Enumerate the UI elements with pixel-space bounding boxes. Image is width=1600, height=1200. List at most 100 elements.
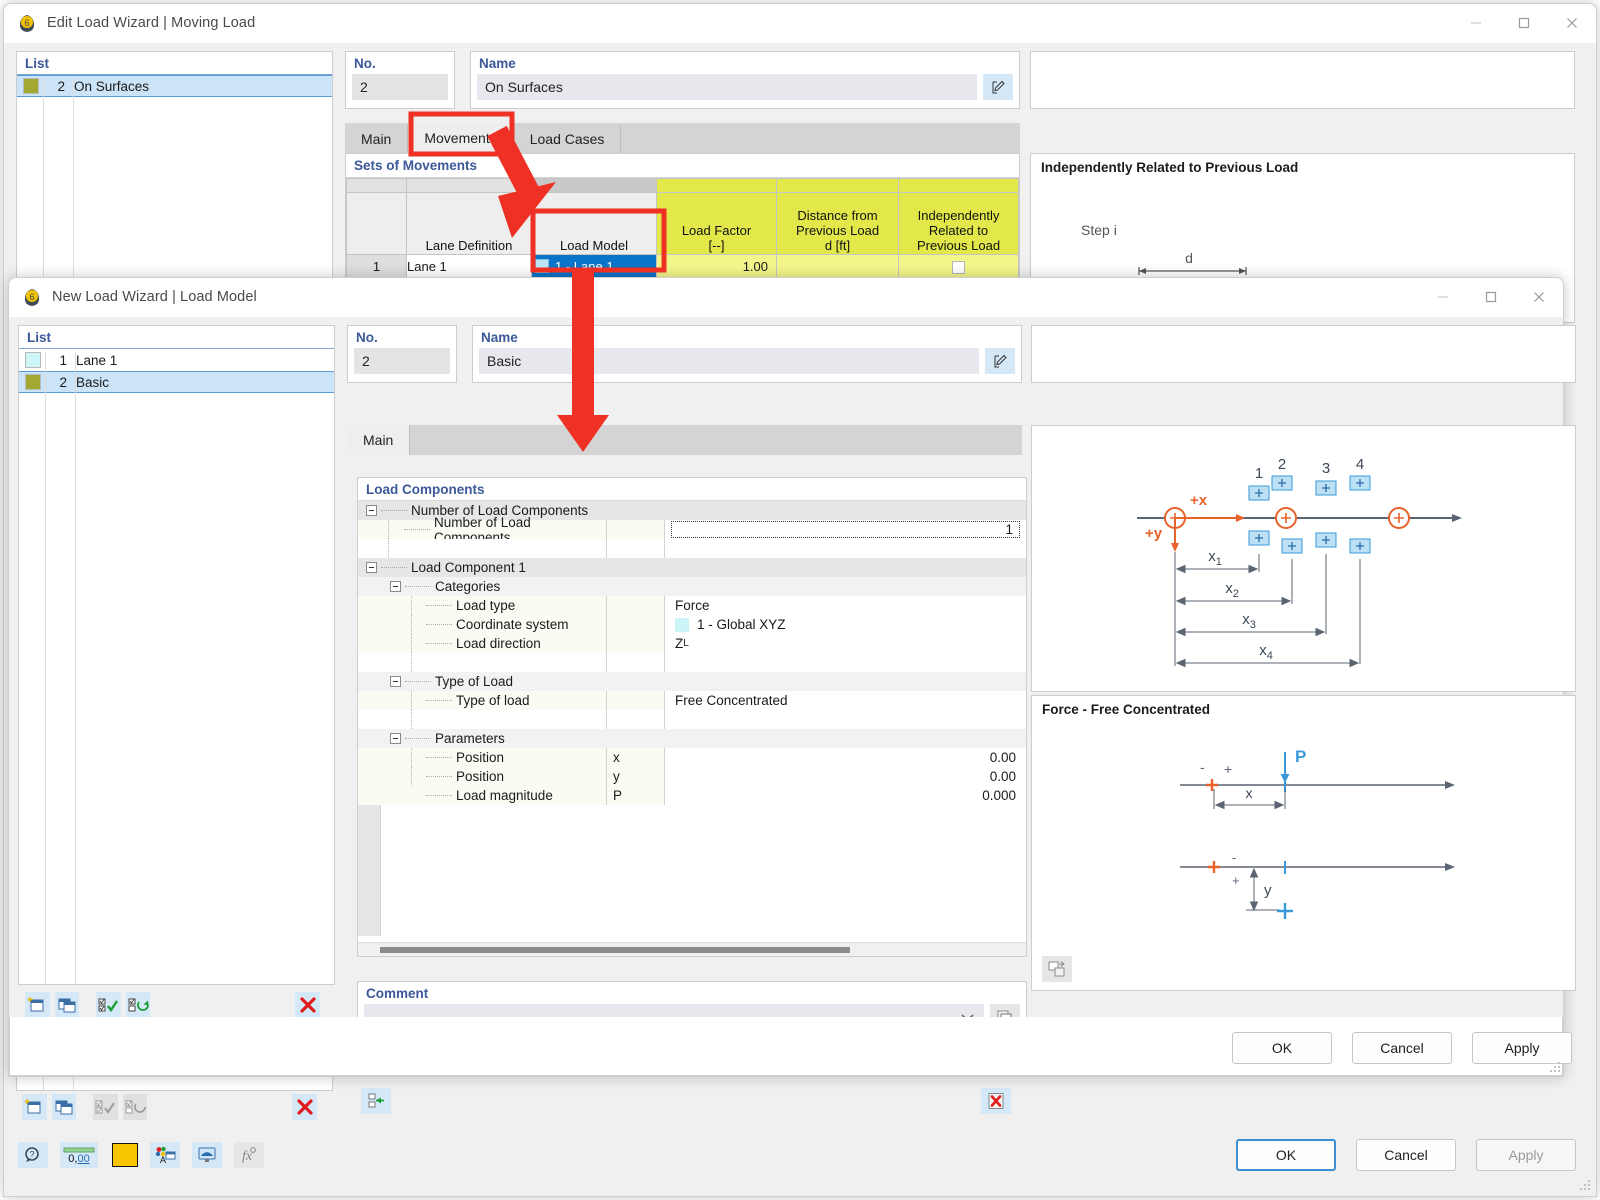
titlebar-edit-load-wizard[interactable]: 6 Edit Load Wizard | Moving Load bbox=[4, 4, 1596, 43]
window-title: New Load Wizard | Load Model bbox=[52, 289, 257, 305]
load-components-tree[interactable]: Load Components Number of Load Component… bbox=[357, 477, 1027, 957]
cancel-button[interactable]: Cancel bbox=[1356, 1139, 1456, 1171]
tree-item-row[interactable]: Number of Load Components 1 bbox=[358, 520, 1026, 539]
number-of-load-components-input[interactable]: 1 bbox=[671, 521, 1020, 538]
cancel-button[interactable]: Cancel bbox=[1352, 1032, 1452, 1064]
ok-button[interactable]: OK bbox=[1232, 1032, 1332, 1064]
coordinate-system-value[interactable]: 1 - Global XYZ bbox=[664, 615, 1026, 634]
delete-item-icon[interactable] bbox=[292, 1094, 317, 1120]
select-all-icon[interactable] bbox=[93, 1094, 118, 1120]
tree-item-row[interactable]: Type of load Free Concentrated bbox=[358, 691, 1026, 710]
tab-movements[interactable]: Movements bbox=[408, 123, 513, 153]
tree-group-row[interactable]: Load Component 1 bbox=[358, 558, 1026, 577]
ok-button[interactable]: OK bbox=[1236, 1139, 1336, 1171]
tab-main[interactable]: Main bbox=[347, 425, 410, 455]
tree-item-row[interactable]: Position x 0.00 bbox=[358, 748, 1026, 767]
new-item-icon[interactable] bbox=[25, 992, 50, 1018]
titlebar-new-load-wizard[interactable]: 6 New Load Wizard | Load Model bbox=[9, 278, 1563, 317]
tree-row-label: Parameters bbox=[435, 731, 505, 746]
name-label: Name bbox=[473, 326, 1021, 347]
name-input[interactable]: On Surfaces bbox=[477, 74, 977, 100]
tab-load-cases[interactable]: Load Cases bbox=[514, 125, 622, 153]
help-icon[interactable]: ? bbox=[18, 1142, 48, 1168]
delete-all-icon[interactable] bbox=[981, 1088, 1011, 1114]
tree-item-row[interactable]: Coordinate system 1 - Global XYZ bbox=[358, 615, 1026, 634]
tree-item-row[interactable]: Load magnitude P 0.000 bbox=[358, 786, 1026, 805]
list-toolbar-top[interactable] bbox=[22, 1091, 322, 1123]
color-swatch-icon bbox=[25, 374, 41, 390]
tabstrip-top[interactable]: Main Movements Load Cases bbox=[345, 123, 1020, 153]
resize-grip[interactable] bbox=[1548, 1060, 1562, 1074]
display-settings-icon[interactable] bbox=[192, 1142, 222, 1168]
tree-subgroup-row[interactable]: Parameters bbox=[358, 729, 1026, 748]
table-row[interactable]: 1 Lane 1 1 - Lane 1 1.00 bbox=[347, 255, 1019, 278]
dialog-buttons-top[interactable]: OK Cancel Apply bbox=[1236, 1139, 1576, 1171]
type-of-load-value[interactable]: Free Concentrated bbox=[664, 691, 1026, 710]
collapse-icon[interactable] bbox=[390, 581, 401, 592]
list-item[interactable]: 2 On Surfaces bbox=[17, 75, 332, 97]
export-image-icon[interactable] bbox=[1042, 956, 1072, 982]
load-magnitude-value[interactable]: 0.000 bbox=[664, 786, 1026, 805]
color-swatch-icon[interactable] bbox=[110, 1142, 140, 1168]
minimize-icon[interactable] bbox=[1419, 278, 1467, 316]
name-input[interactable]: Basic bbox=[479, 348, 979, 374]
number-format-icon[interactable]: 0,00 bbox=[60, 1142, 98, 1168]
collapse-icon[interactable] bbox=[390, 733, 401, 744]
load-direction-value[interactable]: ZL bbox=[664, 634, 1026, 653]
no-input[interactable]: 2 bbox=[354, 348, 450, 374]
dialog-buttons-front-visible[interactable]: OK Cancel Apply bbox=[1232, 1032, 1572, 1064]
maximize-icon[interactable] bbox=[1467, 278, 1515, 316]
tree-item-row[interactable]: Load type Force bbox=[358, 596, 1026, 615]
list-panel-front[interactable]: List 1 Lane 1 2 Basic bbox=[18, 325, 335, 985]
delete-item-icon[interactable] bbox=[295, 992, 320, 1018]
cell-distance[interactable] bbox=[777, 255, 899, 278]
import-icon[interactable] bbox=[361, 1088, 391, 1114]
copy-item-icon[interactable] bbox=[55, 992, 80, 1018]
list-item[interactable]: 2 Basic bbox=[19, 371, 334, 393]
no-input[interactable]: 2 bbox=[352, 74, 448, 100]
select-all-icon[interactable] bbox=[96, 992, 121, 1018]
tree-hscrollbar[interactable] bbox=[358, 942, 1026, 956]
cell-lane-definition[interactable]: Lane 1 bbox=[407, 255, 532, 278]
resize-grip[interactable] bbox=[1578, 1178, 1592, 1192]
tree-item-row[interactable]: Position y 0.00 bbox=[358, 767, 1026, 786]
tree-subgroup-row[interactable]: Type of Load bbox=[358, 672, 1026, 691]
formula-icon[interactable]: fx bbox=[234, 1142, 264, 1168]
collapse-icon[interactable] bbox=[366, 562, 377, 573]
window-title: Edit Load Wizard | Moving Load bbox=[47, 15, 255, 31]
new-load-wizard-window[interactable]: 6 New Load Wizard | Load Model List bbox=[8, 277, 1564, 1077]
tree-connector bbox=[405, 586, 431, 587]
tree-item-row[interactable]: Load direction ZL bbox=[358, 634, 1026, 653]
maximize-icon[interactable] bbox=[1500, 4, 1548, 42]
tab-main[interactable]: Main bbox=[345, 125, 408, 153]
collapse-icon[interactable] bbox=[390, 676, 401, 687]
new-item-icon[interactable] bbox=[22, 1094, 47, 1120]
close-icon[interactable] bbox=[1548, 4, 1596, 42]
collapse-icon[interactable] bbox=[366, 505, 377, 516]
apply-button[interactable]: Apply bbox=[1476, 1139, 1576, 1171]
cell-load-factor[interactable]: 1.00 bbox=[657, 255, 777, 278]
cell-load-model-selected[interactable]: 1 - Lane 1 bbox=[532, 255, 656, 277]
copy-item-icon[interactable] bbox=[52, 1094, 77, 1120]
cell-independent[interactable] bbox=[899, 255, 1019, 278]
list-item[interactable]: 1 Lane 1 bbox=[19, 349, 334, 371]
minimize-icon[interactable] bbox=[1452, 4, 1500, 42]
point-number: 4 bbox=[1356, 456, 1364, 473]
close-icon[interactable] bbox=[1515, 278, 1563, 316]
edit-pencil-icon[interactable] bbox=[983, 74, 1013, 100]
tabstrip-front[interactable]: Main bbox=[347, 425, 1022, 455]
position-x-value[interactable]: 0.00 bbox=[664, 748, 1026, 767]
edit-pencil-icon[interactable] bbox=[985, 348, 1015, 374]
mid-toolbar-top[interactable] bbox=[361, 1083, 1021, 1119]
checkbox[interactable] bbox=[952, 261, 965, 274]
sign-plus: + bbox=[1224, 761, 1232, 777]
cell-load-model[interactable]: 1 - Lane 1 bbox=[532, 255, 657, 278]
tree-subgroup-row[interactable]: Categories bbox=[358, 577, 1026, 596]
invert-selection-icon[interactable] bbox=[123, 1094, 148, 1120]
position-y-value[interactable]: 0.00 bbox=[664, 767, 1026, 786]
tree-row-label: Load Component 1 bbox=[411, 560, 526, 575]
render-settings-icon[interactable]: A bbox=[150, 1142, 180, 1168]
invert-selection-icon[interactable] bbox=[126, 992, 151, 1018]
bottom-toolbar-top[interactable]: ? 0,00 A fx bbox=[18, 1138, 338, 1172]
load-type-value[interactable]: Force bbox=[664, 596, 1026, 615]
